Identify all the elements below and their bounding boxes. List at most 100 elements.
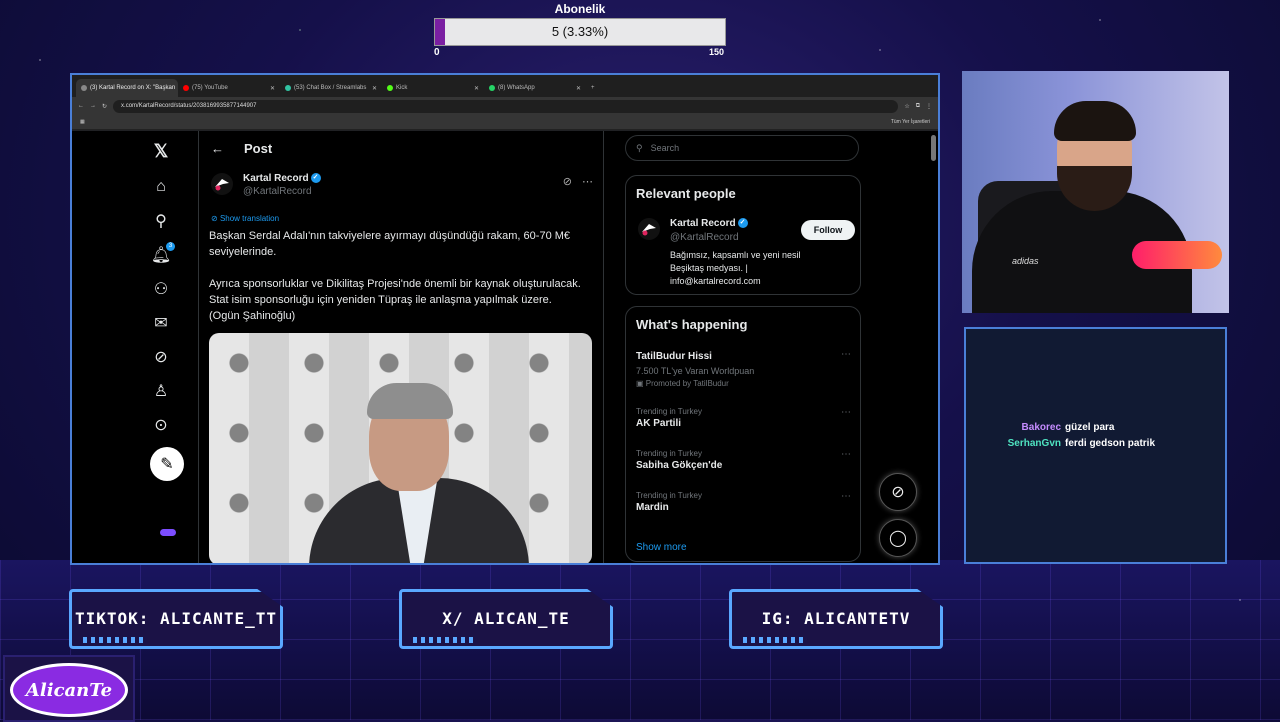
x-logo-icon[interactable]: 𝕏 [151,141,171,161]
subscriber-progress-bar: 5 (3.33%) [434,18,726,46]
messages-mail-icon[interactable]: ✉ [151,313,171,333]
brand-logo-panel: AlicanTe [3,655,135,722]
post-text: Başkan Serdal Adalı'nın takviyelere ayır… [209,228,583,340]
post-paragraph: Ayrıca sponsorluklar ve Dikilitaş Projes… [209,278,581,322]
home-icon[interactable]: ⌂ [151,177,171,197]
streamlabs-favicon-icon [285,85,291,91]
tab-label: Kick [396,85,408,91]
trend-name: AK Partili [636,418,682,429]
show-translation-link[interactable]: ⊘ Show translation [211,214,279,223]
subscriber-goal-title: Abonelik [554,2,606,16]
tab-kick[interactable]: Kick ✕ [382,79,484,97]
subscriber-goal-max: 150 [708,47,724,57]
search-input[interactable]: ⚲ Search [625,135,859,161]
relevant-people-title: Relevant people [636,186,736,201]
scrollbar[interactable] [931,135,936,161]
subscriber-goal-min: 0 [434,47,440,58]
new-tab-button[interactable]: + [586,79,606,97]
trend-meta: Trending in Turkey [636,449,702,458]
relevant-person-name: Kartal Record [670,218,736,229]
show-translation-label: Show translation [219,214,280,223]
show-more-link[interactable]: Show more [636,542,687,553]
x-left-nav: 𝕏 ⌂ ⚲ 🔔︎ 3 ⚇ ✉ ⊘ ♙ ⊙ ✎ [72,131,199,563]
trend-more-icon[interactable]: ⋯ [841,491,851,502]
relevant-person-bio: Bağımsız, kapsamlı ve yeni nesil Beşikta… [670,250,801,286]
chat-message: Bakorec güzel para [966,422,1156,433]
post-paragraph: Başkan Serdal Adalı'nın takviyelere ayır… [209,230,571,258]
back-icon[interactable]: ← [78,103,84,109]
profile-icon[interactable]: ♙ [151,381,171,401]
trend-subtitle: 7.500 TL'ye Varan Worldpuan [636,366,755,376]
forward-icon[interactable]: → [90,103,96,109]
trend-item[interactable]: Trending in Turkey Mardin ⋯ [636,491,851,513]
chat-username: SerhanGvn [1007,438,1061,449]
whats-happening-title: What's happening [636,317,748,332]
promoted-icon: ▣ [636,379,646,388]
close-tab-icon[interactable]: ✕ [372,85,377,92]
relevant-person-handle: @KartalRecord [670,232,739,243]
chat-text: güzel para [1065,422,1115,433]
notifications-bell-icon[interactable]: 🔔︎ 3 [151,242,175,265]
tab-whatsapp[interactable]: (8) WhatsApp ✕ [484,79,586,97]
all-bookmarks-link[interactable]: Tüm Yer İşaretleri [891,119,930,125]
close-tab-icon[interactable]: ✕ [270,85,275,92]
trend-item[interactable]: Trending in Turkey AK Partili ⋯ [636,407,851,429]
close-tab-icon[interactable]: ✕ [576,85,581,92]
author-name-row: Kartal Record ✓ [243,173,321,184]
trend-more-icon[interactable]: ⋯ [841,349,851,360]
whatsapp-favicon-icon [489,85,495,91]
toolbar: ← → ↻ x.com/KartalRecord/status/20381699… [72,97,938,115]
x-banner: X/ ALICAN_TE [399,589,613,649]
account-avatar[interactable] [160,529,176,536]
grok-explain-icon[interactable]: ⊘ [563,175,572,188]
tab-x-kartal-record[interactable]: (3) Kartal Record on X: "Başkan ✕ [76,79,178,97]
verified-badge-icon: ✓ [310,173,321,184]
subscriber-progress-text: 5 (3.33%) [551,24,609,39]
more-icon[interactable]: ⊙ [151,415,171,435]
compose-post-button[interactable]: ✎ [150,447,184,481]
more-options-icon[interactable]: ⋯ [582,175,593,188]
reload-icon[interactable]: ↻ [102,103,107,110]
messages-fab-icon[interactable]: ◯ [879,519,917,557]
post-header-title: Post [244,141,273,156]
banner-stripes [83,637,143,643]
bookmark-star-icon[interactable]: ☆ [904,103,909,110]
subscriber-goal-widget: Abonelik 5 (3.33%) 0 150 [434,0,726,60]
tab-youtube[interactable]: (75) YouTube ✕ [178,79,280,97]
relevant-person-name-row: Kartal Record ✓ [670,218,748,229]
trend-more-icon[interactable]: ⋯ [841,449,851,460]
speaker-hair [367,383,453,419]
verified-badge-icon: ✓ [737,218,748,229]
tab-streamlabs[interactable]: (53) Chat Box / Streamlabs ✕ [280,79,382,97]
x-favicon-icon [81,85,87,91]
chat-overlay: Bakorec güzel para SerhanGvn ferdi gedson … [964,327,1227,564]
kartal-record-avatar[interactable] [638,218,660,240]
youtube-favicon-icon [183,85,189,91]
follow-button[interactable]: Follow [801,220,855,240]
trend-item[interactable]: Trending in Turkey Sabiha Gökçen'de ⋯ [636,449,851,471]
search-icon[interactable]: ⚲ [151,211,171,231]
trend-item[interactable]: TatilBudur Hissi 7.500 TL'ye Varan World… [636,349,851,388]
close-tab-icon[interactable]: ✕ [474,85,479,92]
search-placeholder: Search [650,143,680,153]
speaker-figure [309,383,539,563]
tab-label: (53) Chat Box / Streamlabs [294,85,367,91]
tiktok-label: TIKTOK: ALICANTE_TT [74,609,278,628]
menu-icon[interactable]: ⋮ [926,103,932,110]
post-tools: ⊘ ⋯ [563,175,593,188]
follow-person-icon[interactable]: ⚇ [151,279,171,299]
back-arrow-icon[interactable]: ← [211,141,224,156]
post-header: ← Post [199,141,272,156]
apps-icon[interactable]: ▦ [80,119,85,125]
grok-fab-icon[interactable]: ⊘ [879,473,917,511]
post-author[interactable]: Kartal Record ✓ @KartalRecord [211,173,321,197]
kartal-record-avatar[interactable] [211,173,233,195]
extensions-icon[interactable]: ⧉ [916,103,920,110]
trend-more-icon[interactable]: ⋯ [841,407,851,418]
grok-icon[interactable]: ⊘ [151,347,171,367]
address-bar[interactable]: x.com/KartalRecord/status/20381699358771… [113,99,899,113]
whats-happening-card: What's happening TatilBudur Hissi 7.500 … [625,306,861,562]
post-image[interactable] [209,333,592,563]
shirt-logo: adidas [1012,256,1039,266]
tab-label: (75) YouTube [192,85,228,91]
